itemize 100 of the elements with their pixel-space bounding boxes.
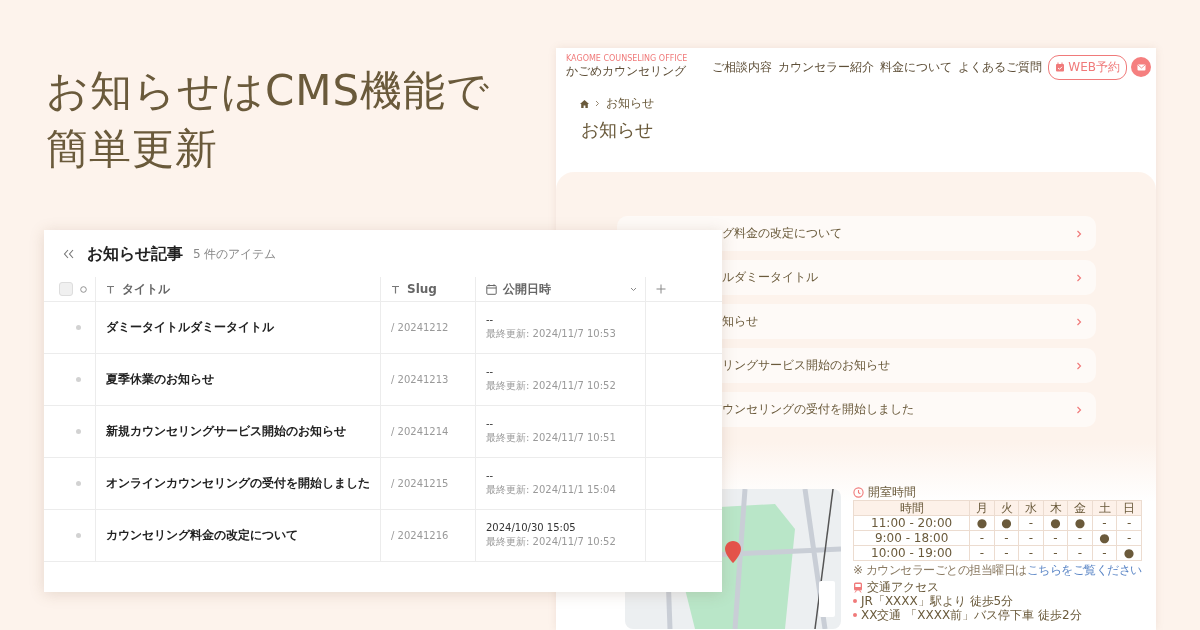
last-updated: 最終更新: 2024/11/7 10:51 — [486, 431, 616, 445]
column-header: 金 — [1067, 500, 1093, 516]
news-title: 知らせ — [722, 313, 758, 330]
chevron-right-icon — [595, 100, 600, 107]
last-updated: 最終更新: 2024/11/7 10:52 — [486, 379, 616, 393]
status-circle-icon — [80, 285, 87, 293]
site-logo[interactable]: かごめカウンセリング — [566, 63, 688, 80]
table-cell: - — [994, 545, 1019, 561]
news-title: ウンセリングの受付を開始しました — [722, 401, 914, 418]
table-cell: - — [1018, 545, 1044, 561]
train-icon — [853, 581, 863, 593]
add-column-icon[interactable] — [656, 284, 666, 294]
schedule-note: ※ カウンセラーごとの担当曜日はこちらをご覧ください — [853, 563, 1142, 577]
publish-date: 2024/10/30 15:05 — [486, 522, 576, 533]
table-cell: - — [1018, 515, 1044, 531]
column-header: 木 — [1043, 500, 1068, 516]
table-cell: - — [969, 530, 995, 546]
news-title: ルダミータイトル — [722, 269, 818, 286]
breadcrumb-current: お知らせ — [606, 95, 654, 112]
article-title[interactable]: 夏季休業のお知らせ — [106, 371, 214, 388]
publish-date: -- — [486, 418, 494, 429]
article-title[interactable]: オンラインカウンセリングの受付を開始しました — [106, 475, 370, 492]
status-dot-icon — [76, 481, 81, 486]
table-cell: ● — [969, 515, 995, 531]
table-cell: - — [1067, 530, 1093, 546]
chevron-right-icon — [1076, 273, 1082, 282]
table-cell: ● — [1116, 545, 1142, 561]
table-cell: ● — [994, 515, 1019, 531]
hours-title: 開室時間 — [868, 485, 916, 499]
column-header: 月 — [969, 500, 995, 516]
bullet-icon — [853, 613, 857, 617]
nav-link[interactable]: よくあるご質問 — [958, 58, 1043, 76]
publish-date: -- — [486, 470, 494, 481]
status-dot-icon — [76, 325, 81, 330]
chevron-right-icon — [1076, 317, 1082, 326]
news-title: グ料金の改定について — [722, 225, 842, 242]
article-title[interactable]: ダミータイトルダミータイトル — [106, 319, 274, 336]
access-title: 交通アクセス — [867, 580, 939, 594]
access-item: JR「XXXX」駅より 徒歩5分 — [861, 594, 1014, 608]
bullet-icon — [853, 599, 857, 603]
table-cell: ● — [1043, 515, 1068, 531]
table-cell: - — [1043, 530, 1068, 546]
table-cell: - — [1018, 530, 1044, 546]
table-cell: ● — [1092, 530, 1117, 546]
publish-date: -- — [486, 314, 494, 325]
collection-title: お知らせ記事 — [87, 243, 183, 265]
nav-link[interactable]: 料金について — [880, 58, 953, 76]
slug-text: / 20241213 — [391, 374, 449, 385]
home-icon[interactable] — [580, 99, 589, 108]
chevron-right-icon — [1076, 405, 1082, 414]
column-header: 水 — [1018, 500, 1044, 516]
table-cell: 11:00 - 20:00 — [853, 515, 970, 531]
text-type-icon — [106, 284, 115, 294]
slug-text: / 20241215 — [391, 478, 449, 489]
access-item: XX交通 「XXXX前」バス停下車 徒歩2分 — [861, 608, 1082, 622]
news-title: リングサービス開始のお知らせ — [722, 357, 890, 374]
article-title[interactable]: カウンセリング料金の改定について — [106, 527, 298, 544]
table-cell: 10:00 - 19:00 — [853, 545, 970, 561]
clock-icon — [853, 486, 864, 498]
calendar-icon — [1055, 62, 1066, 72]
chevron-right-icon — [1076, 229, 1082, 238]
column-header[interactable]: タイトル — [96, 277, 381, 301]
column-header: 火 — [994, 500, 1019, 516]
collapse-icon[interactable] — [63, 249, 75, 259]
nav-link[interactable]: カウンセラー紹介 — [778, 58, 875, 76]
status-dot-icon — [76, 429, 81, 434]
table-cell: 9:00 - 18:00 — [853, 530, 970, 546]
column-header[interactable]: Slug — [381, 277, 476, 301]
select-all-checkbox[interactable] — [59, 282, 73, 296]
table-cell: - — [994, 530, 1019, 546]
status-dot-icon — [76, 533, 81, 538]
slug-text: / 20241212 — [391, 322, 449, 333]
table-cell: - — [1116, 515, 1142, 531]
column-header: 時間 — [853, 500, 970, 516]
table-cell: - — [1092, 515, 1117, 531]
nav-link[interactable]: ご相談内容 — [712, 58, 773, 76]
column-header: 土 — [1092, 500, 1117, 516]
mail-icon — [1136, 63, 1146, 71]
slug-text: / 20241214 — [391, 426, 449, 437]
calendar-icon — [486, 283, 497, 295]
table-cell: - — [1067, 545, 1093, 561]
table-cell: - — [1043, 545, 1068, 561]
item-count: 5 件のアイテム — [193, 245, 277, 263]
table-cell: - — [1116, 530, 1142, 546]
headline-text: 簡単更新 — [46, 123, 218, 175]
publish-date: -- — [486, 366, 494, 377]
last-updated: 最終更新: 2024/11/1 15:04 — [486, 483, 616, 497]
table-cell: ● — [1067, 515, 1093, 531]
headline-text: お知らせはCMS機能で — [46, 65, 491, 117]
last-updated: 最終更新: 2024/11/7 10:53 — [486, 327, 616, 341]
schedule-link[interactable]: こちらをご覧ください — [1026, 563, 1142, 577]
logo-subtitle: KAGOME COUNSELING OFFICE — [566, 54, 688, 63]
column-header[interactable]: 公開日時 — [476, 277, 646, 301]
text-type-icon — [391, 284, 400, 294]
mail-button[interactable] — [1131, 57, 1151, 77]
table-cell: - — [1092, 545, 1117, 561]
table-cell: - — [969, 545, 995, 561]
chevron-right-icon — [1076, 361, 1082, 370]
caret-icon — [630, 286, 637, 292]
article-title[interactable]: 新規カウンセリングサービス開始のお知らせ — [106, 423, 346, 440]
